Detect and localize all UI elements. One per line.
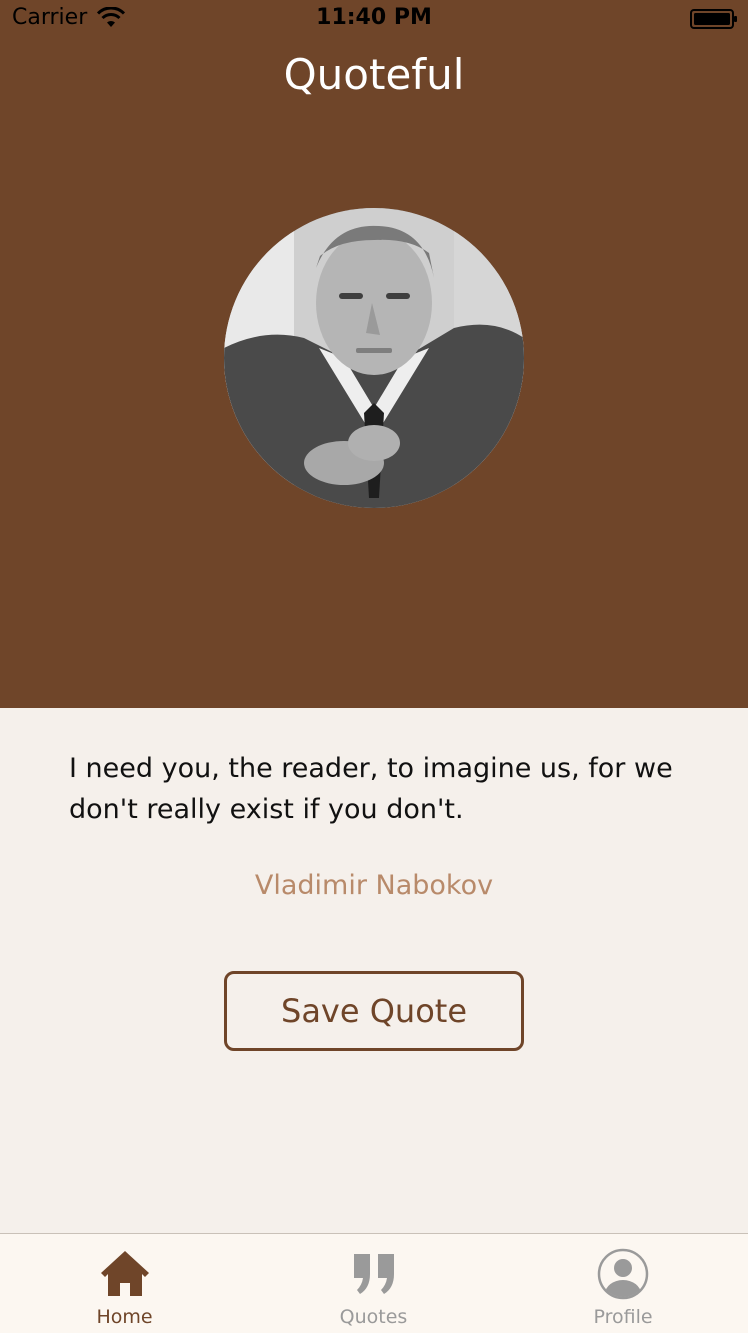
author-name: Vladimir Nabokov — [254, 870, 494, 901]
app-title: Quoteful — [283, 50, 465, 99]
author-photo — [224, 208, 524, 508]
status-bar: Carrier 11:40 PM — [0, 0, 748, 40]
home-icon — [100, 1251, 149, 1296]
quote-icon — [353, 1254, 394, 1294]
tab-bar: Home Quotes Profile — [0, 1233, 748, 1333]
save-quote-button[interactable]: Save Quote — [224, 971, 524, 1051]
profile-icon — [597, 1248, 649, 1300]
quote-text: I need you, the reader, to imagine us, f… — [69, 753, 673, 825]
tab-home-label: Home — [96, 1306, 153, 1328]
tab-quotes[interactable]: Quotes — [249, 1234, 498, 1333]
tab-quotes-label: Quotes — [339, 1306, 408, 1328]
tab-home[interactable]: Home — [0, 1234, 249, 1333]
header: Carrier 11:40 PM Quoteful — [0, 0, 748, 708]
battery-icon — [690, 9, 737, 29]
tab-profile[interactable]: Profile — [498, 1234, 748, 1333]
status-time: 11:40 PM — [316, 5, 432, 30]
tab-profile-label: Profile — [593, 1306, 653, 1328]
